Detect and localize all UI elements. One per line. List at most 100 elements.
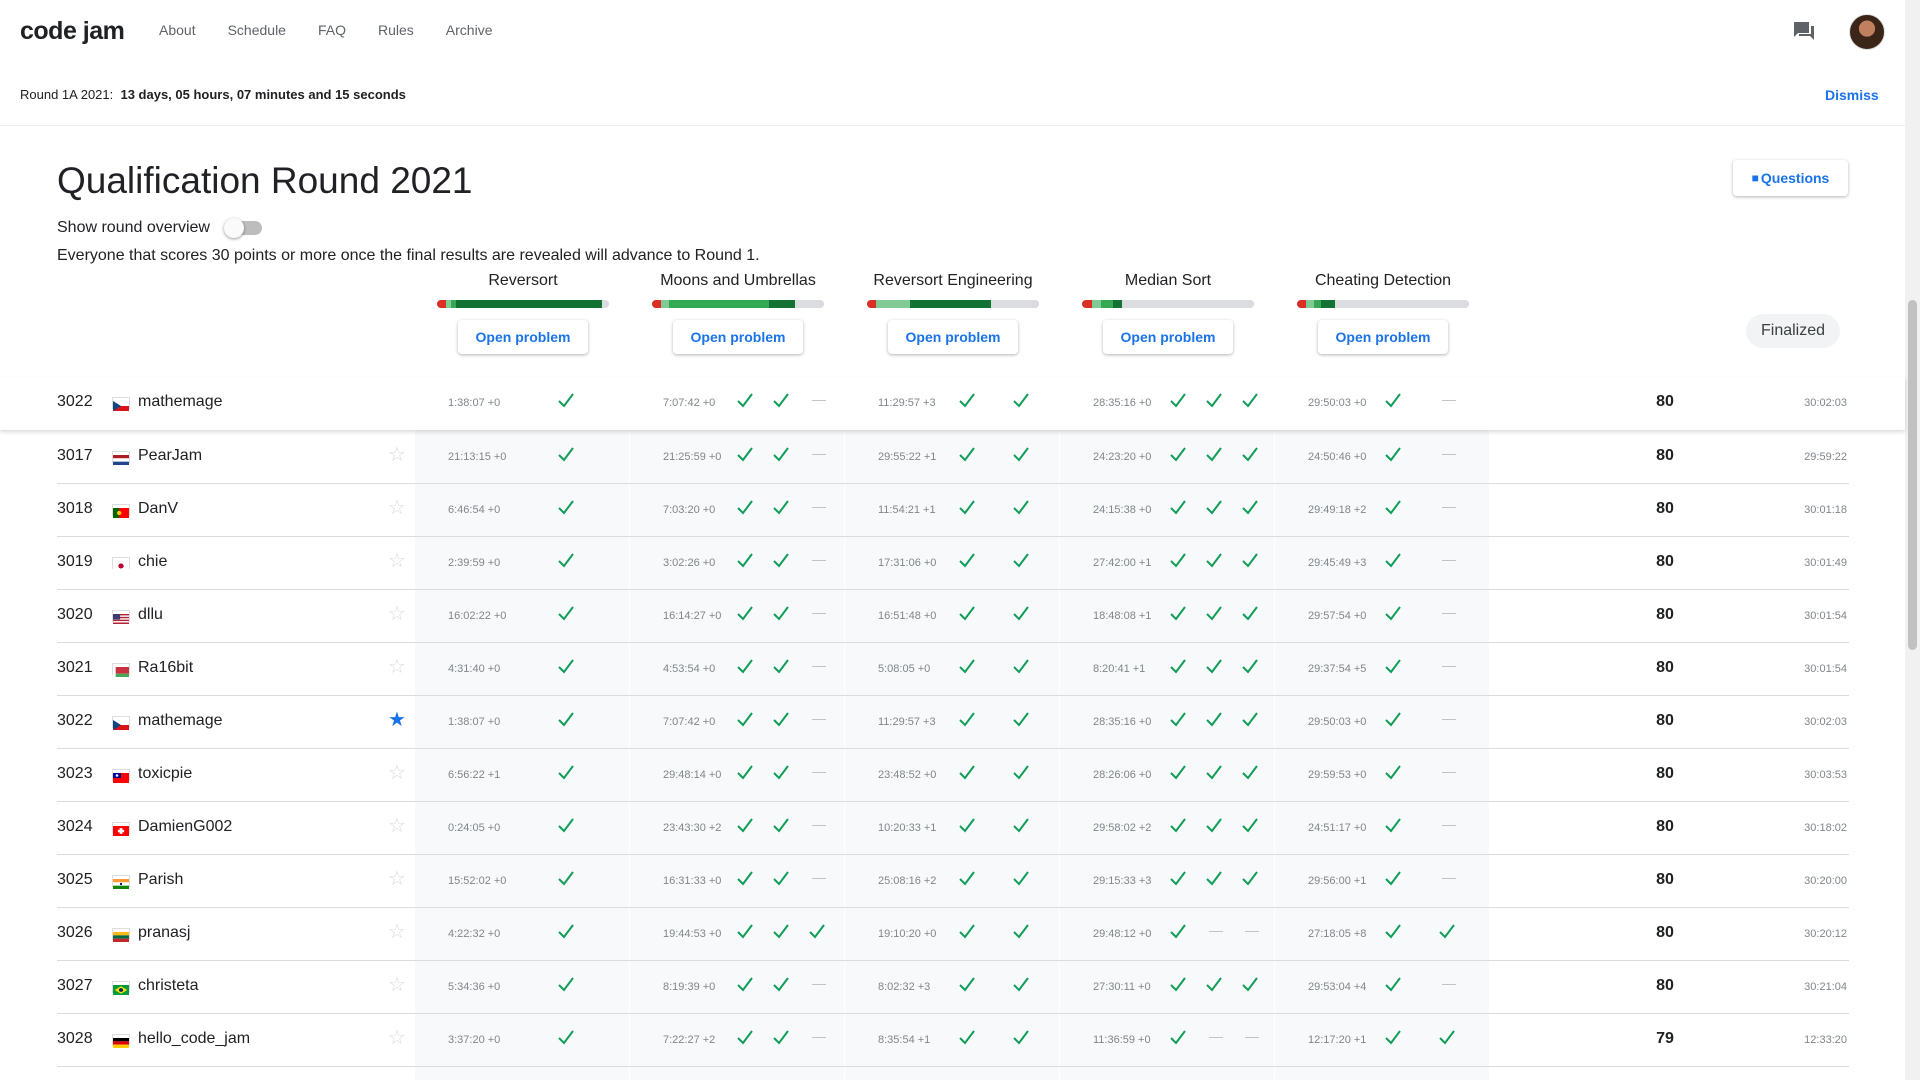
star-icon[interactable]: ☆ [388, 604, 406, 624]
table-row[interactable]: 3023 toxicpie ☆ 6:56:22 +1 29:48:14 +0 — 23:48… [57, 749, 1849, 802]
dash-icon: — [1442, 816, 1456, 832]
table-row[interactable]: 3021 Ra16bit ☆ 4:31:40 +0 4:53:54 +0 — 5:08:05… [57, 643, 1849, 696]
open-problem-button[interactable]: Open problem [888, 320, 1018, 354]
star-icon[interactable]: ☆ [388, 922, 406, 942]
open-problem-button[interactable]: Open problem [673, 320, 803, 354]
star-icon[interactable]: ☆ [388, 869, 406, 889]
star-icon[interactable]: ☆ [388, 816, 406, 836]
problem-name: Reversort Engineering [873, 272, 1033, 289]
nav-link-about[interactable]: About [159, 22, 196, 38]
nav-link-faq[interactable]: FAQ [318, 22, 346, 38]
open-problem-button[interactable]: Open problem [1103, 320, 1233, 354]
solve-time: 16:51:48 +0 [878, 610, 937, 622]
check-icon [557, 1027, 575, 1047]
check-icon [1012, 974, 1030, 994]
nav-link-schedule[interactable]: Schedule [228, 22, 286, 38]
penalty-time: 30:02:03 [1804, 397, 1847, 409]
table-row[interactable]: 3028 hello_code_jam ☆ 3:37:20 +0 7:22:27 +2 —… [57, 1014, 1849, 1067]
table-row[interactable]: 3019 chie ☆ 2:39:59 +0 3:02:26 +0 — 17:31:06 +… [57, 537, 1849, 590]
solve-time: 28:35:16 +0 [1093, 716, 1152, 728]
check-icon [1205, 709, 1223, 729]
contestant-name[interactable]: Parish [138, 871, 183, 889]
check-icon [1012, 762, 1030, 782]
dash-icon: — [1442, 604, 1456, 620]
table-row[interactable]: 3017 PearJam ☆ 21:13:15 +0 21:25:59 +0 — 29:55… [57, 431, 1849, 484]
contestant-name[interactable]: DanV [138, 500, 178, 518]
solve-time: 7:07:42 +0 [663, 716, 716, 728]
star-icon[interactable]: ☆ [388, 1028, 406, 1048]
dismiss-button[interactable]: Dismiss [1825, 87, 1879, 103]
star-icon[interactable]: ☆ [388, 657, 406, 677]
problem-header-reversort-engineering: Reversort Engineering Open problem [864, 270, 1042, 354]
check-icon [1169, 656, 1187, 676]
table-row[interactable]: 3025 Parish ☆ 15:52:02 +0 16:31:33 +0 — 25:08:… [57, 855, 1849, 908]
contestant-name[interactable]: mathemage [138, 393, 223, 411]
solve-time: 4:53:54 +0 [663, 663, 716, 675]
page-scrollbar[interactable] [1905, 0, 1920, 1080]
round-overview-toggle[interactable] [223, 218, 262, 238]
contestant-name[interactable]: hello_code_jam [138, 1030, 250, 1048]
open-problem-button[interactable]: Open problem [1318, 320, 1448, 354]
dash-icon: — [812, 604, 826, 620]
check-icon [557, 497, 575, 517]
star-icon[interactable]: ★ [388, 710, 406, 730]
check-icon [1169, 603, 1187, 623]
star-icon[interactable]: ☆ [388, 551, 406, 571]
star-icon[interactable]: ☆ [388, 445, 406, 465]
questions-button[interactable]: ■ Questions [1733, 160, 1848, 196]
nav-link-rules[interactable]: Rules [378, 22, 414, 38]
check-icon [1205, 390, 1223, 410]
check-icon [772, 974, 790, 994]
toggle-knob[interactable] [223, 218, 244, 238]
star-icon[interactable]: ☆ [388, 498, 406, 518]
star-icon[interactable]: ☆ [388, 975, 406, 995]
table-row[interactable]: 3027 christeta ☆ 5:34:36 +0 8:19:39 +0 — 8:02:… [57, 961, 1849, 1014]
contestant-name[interactable]: toxicpie [138, 765, 192, 783]
rank: 3022 [57, 393, 93, 410]
penalty-time: 30:01:18 [1804, 504, 1847, 516]
questions-icon: ■ [1751, 171, 1759, 185]
contestant-name[interactable]: pranasj [138, 924, 190, 942]
scrollbar-thumb[interactable] [1908, 300, 1917, 650]
check-icon [1205, 656, 1223, 676]
country-flag-icon [112, 875, 130, 889]
check-icon [772, 497, 790, 517]
problem-stats-bar [1082, 300, 1254, 308]
chat-icon[interactable] [1792, 20, 1816, 42]
solve-time: 18:48:08 +1 [1093, 610, 1152, 622]
check-icon [557, 762, 575, 782]
problem-header-cheating-detection: Cheating Detection Open problem [1294, 270, 1472, 354]
table-row[interactable]: 3024 DamienG002 ☆ 0:24:05 +0 23:43:30 +2 — 10:… [57, 802, 1849, 855]
open-problem-button[interactable]: Open problem [458, 320, 588, 354]
contestant-name[interactable]: mathemage [138, 712, 223, 730]
check-icon [772, 656, 790, 676]
contestant-name[interactable]: PearJam [138, 447, 202, 465]
table-row[interactable]: 3026 pranasj ☆ 4:22:32 +0 19:44:53 +0 19:10:2… [57, 908, 1849, 961]
table-row[interactable]: 3020 dllu ☆ 16:02:22 +0 16:14:27 +0 — 16:51:48… [57, 590, 1849, 643]
country-flag-icon [112, 769, 130, 783]
contestant-name[interactable]: Ra16bit [138, 659, 193, 677]
penalty-time: 30:20:12 [1804, 928, 1847, 940]
check-icon [958, 974, 976, 994]
total-score: 80 [1656, 924, 1674, 941]
check-icon [736, 550, 754, 570]
check-icon [1384, 762, 1402, 782]
rank: 3021 [57, 659, 93, 676]
solve-time: 4:31:40 +0 [448, 663, 501, 675]
contestant-name[interactable]: dllu [138, 606, 163, 624]
check-icon [1169, 921, 1187, 941]
solve-time: 29:45:49 +3 [1308, 557, 1367, 569]
contestant-name[interactable]: DamienG002 [138, 818, 232, 836]
table-row[interactable]: 3022 mathemage 1:38:07 +0 7:07:42 +0 — 11:29:… [0, 377, 1905, 430]
codejam-logo[interactable]: code jam [20, 17, 125, 46]
star-icon[interactable]: ☆ [388, 763, 406, 783]
contestant-name[interactable]: christeta [138, 977, 198, 995]
user-avatar[interactable] [1849, 14, 1885, 50]
contestant-name[interactable]: chie [138, 553, 167, 571]
solve-time: 23:43:30 +2 [663, 822, 722, 834]
check-icon [557, 444, 575, 464]
table-row[interactable]: 3018 DanV ☆ 6:46:54 +0 7:03:20 +0 — 11:54:21 +… [57, 484, 1849, 537]
country-flag-icon [112, 451, 130, 465]
table-row[interactable]: 3022 mathemage ★ 1:38:07 +0 7:07:42 +0 — 11:29… [57, 696, 1849, 749]
nav-link-archive[interactable]: Archive [446, 22, 493, 38]
